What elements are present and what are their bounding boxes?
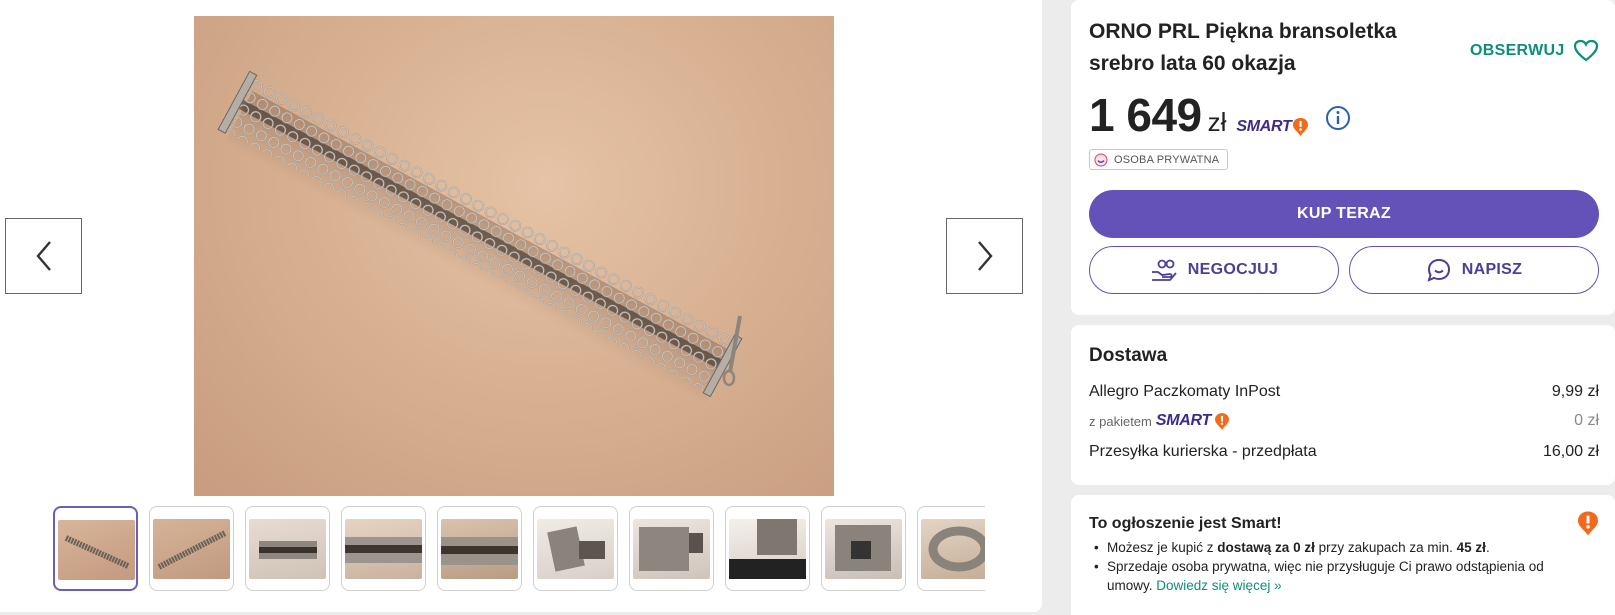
smart-delivery-price: 0 zł xyxy=(1574,412,1599,429)
smart-package-note: z pakietem SMART xyxy=(1089,412,1229,430)
chevron-left-icon xyxy=(35,241,51,271)
message-label: NAPISZ xyxy=(1461,261,1523,278)
chat-bubble-icon xyxy=(1427,258,1450,282)
offer-card: ORNO PRL Piękna bransoletka srebro lata … xyxy=(1071,0,1615,315)
main-photo[interactable] xyxy=(194,16,834,496)
delivery-card: Dostawa Allegro Paczkomaty InPost 9,99 z… xyxy=(1071,325,1615,485)
chevron-right-icon xyxy=(977,241,993,271)
smart-exclamation-icon xyxy=(1214,412,1229,430)
delivery-option-price: 16,00 zł xyxy=(1542,443,1599,460)
next-photo-button[interactable] xyxy=(946,218,1023,294)
list-item: Możesz je kupić z dostawą za 0 zł przy z… xyxy=(1089,538,1589,557)
thumbnail-strip xyxy=(53,506,985,592)
thumbnail-1[interactable] xyxy=(53,506,138,591)
info-icon[interactable] xyxy=(1325,105,1351,131)
thumbnail-4[interactable] xyxy=(341,506,426,591)
thumbnail-8[interactable] xyxy=(725,506,810,591)
photo-gallery xyxy=(0,0,1042,612)
observe-label: OBSERWUJ xyxy=(1470,42,1565,59)
thumbnail-10[interactable] xyxy=(917,506,985,591)
list-item: Sprzedaje osoba prywatna, więc nie przys… xyxy=(1089,557,1589,595)
learn-more-link[interactable]: Dowiedz się więcej » xyxy=(1156,578,1281,593)
price-value: 1 649 xyxy=(1089,89,1202,141)
smart-info-list: Możesz je kupić z dostawą za 0 zł przy z… xyxy=(1089,538,1589,595)
buy-now-button[interactable]: KUP TERAZ xyxy=(1089,190,1599,238)
offer-title: ORNO PRL Piękna bransoletka srebro lata … xyxy=(1089,20,1397,75)
delivery-heading: Dostawa xyxy=(1089,345,1168,366)
previous-photo-button[interactable] xyxy=(5,218,82,294)
delivery-option-price: 9,99 zł xyxy=(1551,383,1599,400)
message-button[interactable]: NAPISZ xyxy=(1349,246,1599,294)
seller-type-badge: OSOBA PRYWATNA xyxy=(1089,149,1229,170)
smart-badge: SMART xyxy=(1236,118,1308,136)
private-person-icon xyxy=(1094,153,1108,166)
smart-package-label: z pakietem xyxy=(1089,413,1152,429)
smart-exclamation-icon xyxy=(1578,511,1598,536)
smart-info-card: To ogłoszenie jest Smart! Możesz je kupi… xyxy=(1071,495,1615,615)
thumbnail-2[interactable] xyxy=(149,506,234,591)
buy-now-label: KUP TERAZ xyxy=(1297,205,1391,222)
delivery-option-inpost: Allegro Paczkomaty InPost 9,99 zł xyxy=(1089,383,1599,401)
smart-logo-text: SMART xyxy=(1155,412,1211,429)
thumbnail-7[interactable] xyxy=(629,506,714,591)
thumbnail-5[interactable] xyxy=(437,506,522,591)
delivery-option-name: Allegro Paczkomaty InPost xyxy=(1089,383,1281,400)
price: 1 649 zł SMART xyxy=(1089,88,1308,142)
delivery-option-name: Przesyłka kurierska - przedpłata xyxy=(1089,443,1317,460)
handshake-icon xyxy=(1151,259,1177,281)
smart-info-heading: To ogłoszenie jest Smart! xyxy=(1089,515,1282,532)
delivery-option-smart: z pakietem SMART 0 zł xyxy=(1089,412,1599,430)
smart-exclamation-icon xyxy=(1292,118,1308,136)
thumbnail-3[interactable] xyxy=(245,506,330,591)
observe-button[interactable]: OBSERWUJ xyxy=(1470,39,1599,63)
thumbnail-6[interactable] xyxy=(533,506,618,591)
seller-type-label: OSOBA PRYWATNA xyxy=(1114,153,1220,166)
smart-logo-text: SMART xyxy=(1236,118,1292,135)
heart-icon xyxy=(1573,39,1598,62)
price-currency: zł xyxy=(1207,107,1227,137)
thumbnail-9[interactable] xyxy=(821,506,906,591)
negotiate-label: NEGOCJUJ xyxy=(1187,261,1279,278)
negotiate-button[interactable]: NEGOCJUJ xyxy=(1089,246,1339,294)
delivery-option-courier: Przesyłka kurierska - przedpłata 16,00 z… xyxy=(1089,443,1599,461)
